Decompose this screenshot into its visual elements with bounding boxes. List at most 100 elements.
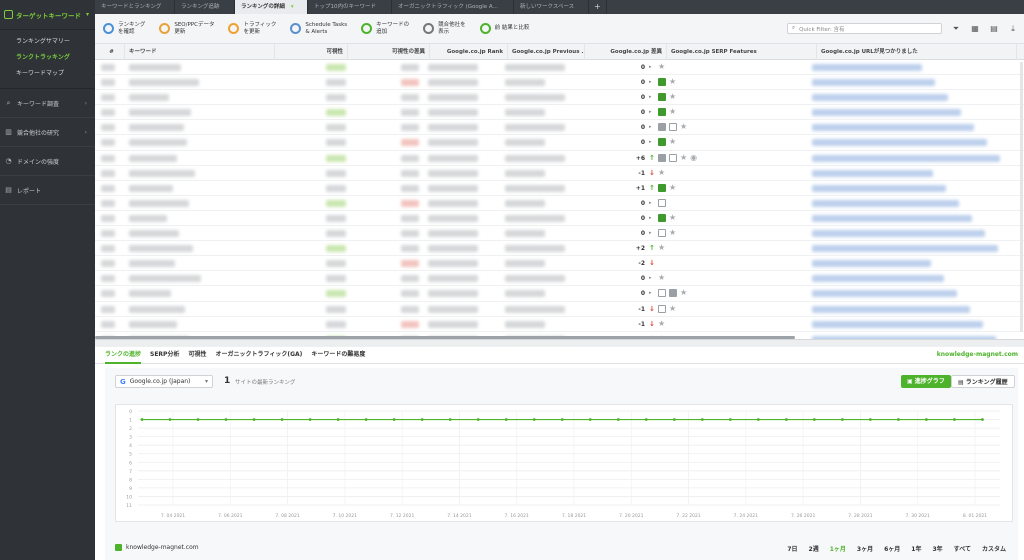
toolbar-button-data[interactable]: SEO/PPCデータ 更新	[159, 22, 214, 35]
data-point[interactable]	[868, 418, 872, 421]
table-row[interactable]: 0 ▸ ★	[95, 75, 1024, 91]
tab-top10-keywords[interactable]: トップ10内のキーワード	[308, 0, 392, 14]
data-point[interactable]	[756, 418, 760, 421]
table-row[interactable]: 0 ▸ ★	[95, 105, 1024, 121]
sidebar-item-reports[interactable]: ▤ レポート	[0, 176, 95, 205]
column-header-visibility[interactable]: 可視性	[275, 44, 348, 60]
data-point[interactable]	[616, 418, 620, 421]
download-icon[interactable]: ⤓	[1008, 24, 1018, 34]
sidebar-item-domain-strength[interactable]: ◔ ドメインの強度	[0, 147, 95, 176]
period-option[interactable]: カスタム	[982, 544, 1006, 553]
data-point[interactable]	[224, 418, 228, 421]
filter-icon[interactable]: ⏷	[951, 24, 961, 34]
data-point[interactable]	[476, 418, 480, 421]
search-engine-select[interactable]: G Google.co.jp (Japan) ▾	[115, 375, 213, 388]
toolbar-button-compare[interactable]: 前 結果と比較	[479, 23, 529, 34]
toolbar-button-traffic[interactable]: トラフィック を更新	[228, 22, 276, 35]
data-point[interactable]	[448, 418, 452, 421]
data-point[interactable]	[252, 418, 256, 421]
tab-ranking-tracking[interactable]: ランキング追跡	[175, 0, 235, 14]
sidebar-subitem-rank-tracking[interactable]: ランクトラッキング	[0, 50, 95, 66]
table-row[interactable]: -1↓★	[95, 302, 1024, 317]
data-point[interactable]	[196, 418, 200, 421]
vertical-scrollbar[interactable]	[1020, 62, 1023, 332]
sidebar-subitem-keyword-map[interactable]: キーワードマップ	[0, 66, 95, 82]
column-header-visibility-diff[interactable]: 可視性の差異	[348, 44, 430, 60]
data-point[interactable]	[981, 418, 984, 421]
period-option[interactable]: すべて	[954, 544, 971, 553]
table-row[interactable]: 0 ▸ ★	[95, 60, 1024, 76]
period-option[interactable]: 6ヶ月	[884, 544, 900, 553]
data-point[interactable]	[644, 418, 648, 421]
tab-new-workspace[interactable]: 新しいワークスペース	[514, 0, 589, 14]
column-header-rank-diff[interactable]: Google.co.jp 差異	[585, 44, 667, 60]
domain-link[interactable]: knowledge-magnet.com	[937, 351, 1018, 358]
data-point[interactable]	[392, 418, 396, 421]
period-option[interactable]: 1ヶ月	[830, 544, 846, 553]
grid-icon[interactable]: ▤	[989, 24, 999, 34]
tab-organic-traffic-ga[interactable]: オーガニックトラフィック(GA)	[215, 346, 302, 364]
table-row[interactable]: 0 ▸	[95, 196, 1024, 211]
data-point[interactable]	[532, 418, 536, 421]
toolbar-button-refresh[interactable]: ランキング を確認	[103, 22, 145, 35]
table-row[interactable]: 0 ▸ ★	[95, 271, 1024, 287]
table-row[interactable]: +2 ↑ ★	[95, 241, 1024, 257]
table-row[interactable]: -1↓★	[95, 317, 1024, 332]
data-point[interactable]	[420, 418, 424, 421]
tab-ranking-details[interactable]: ランキングの詳細 ▾	[235, 0, 308, 14]
column-header-serp-features[interactable]: Google.co.jp SERP Features	[667, 44, 817, 60]
period-option[interactable]: 2週	[809, 544, 819, 553]
table-row[interactable]: 0 ▸ ★	[95, 120, 1024, 136]
quick-filter-input[interactable]: ⌕ Quick Filter: 含有	[787, 23, 942, 34]
data-point[interactable]	[280, 418, 284, 421]
tab-serp-analysis[interactable]: SERP分析	[150, 346, 179, 364]
progress-graph-button[interactable]: ▣ 進捗グラフ	[901, 375, 951, 388]
data-point[interactable]	[953, 418, 956, 421]
sidebar-header[interactable]: ターゲットキーワード ▾	[0, 0, 95, 30]
table-row[interactable]: 0 ▸ ★	[95, 211, 1024, 227]
period-option[interactable]: 1年	[911, 544, 921, 553]
table-row[interactable]: +6 ↑ ★ ◉	[95, 151, 1024, 166]
data-point[interactable]	[336, 418, 340, 421]
data-point[interactable]	[364, 418, 368, 421]
column-header-keyword[interactable]: キーワード	[125, 44, 275, 60]
tab-keyword-difficulty[interactable]: キーワードの難易度	[311, 346, 365, 364]
table-row[interactable]: +1 ↑ ★	[95, 181, 1024, 196]
data-point[interactable]	[728, 418, 732, 421]
column-header-previous-rank[interactable]: Google.co.jp Previous ...	[508, 44, 585, 60]
data-point[interactable]	[812, 418, 816, 421]
period-option[interactable]: 3年	[932, 544, 942, 553]
table-row[interactable]: 0 ▸ ★	[95, 135, 1024, 151]
data-point[interactable]	[308, 418, 312, 421]
data-point[interactable]	[700, 418, 704, 421]
table-row[interactable]: -2 ↓	[95, 256, 1024, 272]
data-point[interactable]	[588, 418, 592, 421]
chart-legend[interactable]: knowledge-magnet.com	[115, 544, 199, 551]
data-point[interactable]	[560, 418, 564, 421]
table-row[interactable]: 0 ▸ ★	[95, 286, 1024, 302]
table-row[interactable]: -1↓★	[95, 166, 1024, 181]
tab-visibility[interactable]: 可視性	[188, 346, 206, 364]
data-point[interactable]	[784, 418, 788, 421]
data-point[interactable]	[897, 418, 900, 421]
period-option[interactable]: 7日	[787, 544, 797, 553]
table-row[interactable]: 0 ▸ ★	[95, 226, 1024, 242]
column-header-found-url[interactable]: Google.co.jp URLが見つかりました	[817, 44, 1017, 60]
tab-keywords-and-rankings[interactable]: キーワードとランキング	[95, 0, 175, 14]
toolbar-button-calendar[interactable]: Schedule Tasks & Alerts	[290, 22, 347, 35]
data-point[interactable]	[168, 418, 172, 421]
column-header-rank[interactable]: Google.co.jp Rank	[430, 44, 508, 60]
ranking-history-button[interactable]: ▤ ランキング履歴	[951, 375, 1015, 388]
column-header-index[interactable]: #	[95, 44, 125, 60]
table-row[interactable]: 0 ▸ ★	[95, 90, 1024, 106]
data-point[interactable]	[925, 418, 928, 421]
add-tab-button[interactable]: +	[589, 0, 607, 14]
tab-rank-progress[interactable]: ランクの進捗	[105, 346, 142, 364]
period-option[interactable]: 3ヶ月	[857, 544, 873, 553]
chevron-down-icon[interactable]: ▾	[291, 4, 294, 10]
data-point[interactable]	[672, 418, 676, 421]
sidebar-item-keyword-research[interactable]: ⌕ キーワード調査 ›	[0, 89, 95, 118]
data-point[interactable]	[840, 418, 844, 421]
sidebar-subitem-ranking-summary[interactable]: ランキングサマリー	[0, 34, 95, 50]
tab-organic-traffic[interactable]: オーガニックトラフィック (Google A...	[392, 0, 514, 14]
